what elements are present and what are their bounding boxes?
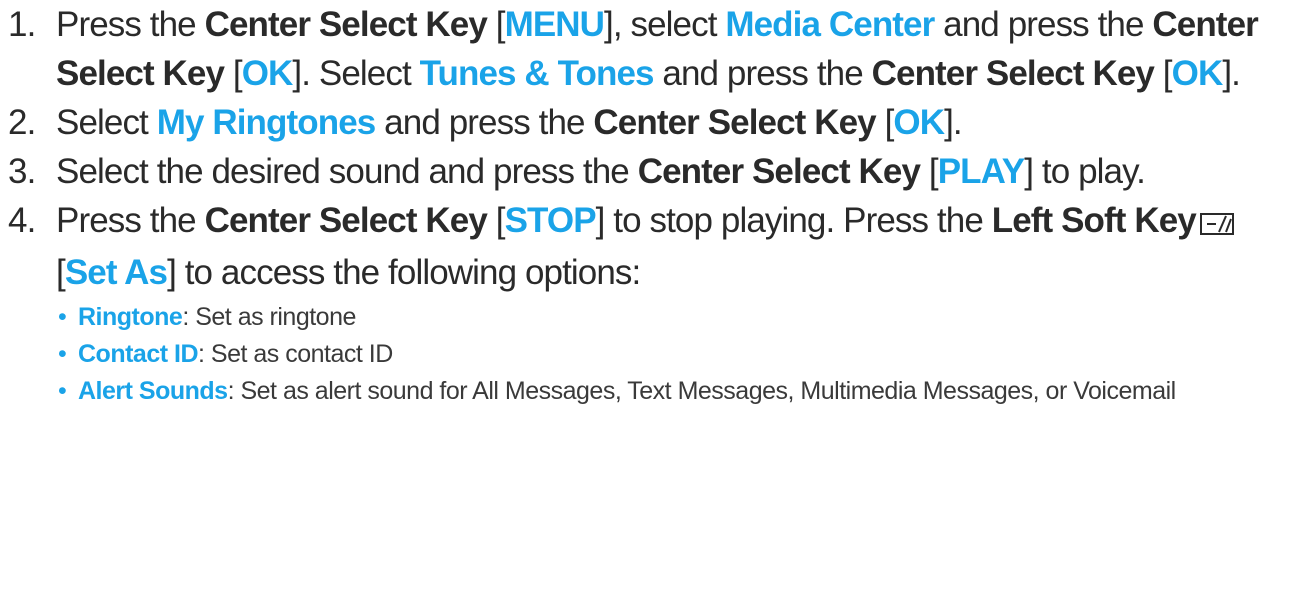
key-name: Center Select Key [204,201,488,240]
step-text: Press the Center Select Key [STOP] to st… [56,201,1234,292]
step-text-run: and press the [653,54,872,93]
step-text-run: ] to access the following options: [167,253,641,292]
key-label: Media Center [725,5,935,44]
step-1: 1. Press the Center Select Key [MENU], s… [8,0,1303,98]
left-soft-key-icon [1199,199,1234,248]
step-number: 2. [8,103,36,142]
option-description: : Set as contact ID [198,340,393,368]
option-alert-sounds: • Alert Sounds: Set as alert sound for A… [56,373,1303,410]
step-text-run: Press the [56,5,205,44]
step-text-run: [ [486,5,506,44]
option-term: Contact ID [78,340,199,368]
key-label: My Ringtones [156,103,377,142]
step-text-run: Press the [56,201,205,240]
bullet-dot: • [58,377,67,405]
bullet-dot: • [58,303,67,331]
key-name: Center Select Key [637,152,921,191]
step-3: 3. Select the desired sound and press th… [8,147,1303,196]
key-label: Tunes & Tones [419,54,655,93]
option-ringtone: • Ringtone: Set as ringtone [56,299,1303,336]
option-term: Alert Sounds [78,377,228,405]
step-text-run: ]. Select [292,54,420,93]
step-text-run: [ [224,54,243,93]
step-text-run: ], select [604,5,726,44]
step-text-run: [ [920,152,939,191]
step-number: 1. [8,5,36,44]
option-description: : Set as ringtone [182,303,356,331]
key-label: MENU [504,5,605,44]
bullet-dot: • [58,340,67,368]
step-text-run: and press the [934,5,1153,44]
step-text-run: ]. [1222,54,1241,93]
instruction-page: 1. Press the Center Select Key [MENU], s… [0,0,1310,590]
step-text-run: [ [486,201,506,240]
step-text-run: and press the [375,103,594,142]
step-text-run: [ [1153,54,1173,93]
step-text-run: Select [56,103,157,142]
key-name: Left Soft Key [991,201,1197,240]
key-label: OK [893,103,945,142]
step-text-run: ] to stop playing. Press the [595,201,992,240]
key-label: Set As [64,253,168,292]
step-text: Select My Ringtones and press the Center… [56,103,963,142]
key-label: PLAY [937,152,1025,191]
key-name: Center Select Key [204,5,488,44]
step-4: 4. Press the Center Select Key [STOP] to… [8,196,1303,410]
step-text: Select the desired sound and press the C… [56,152,1146,191]
step-2: 2. Select My Ringtones and press the Cen… [8,98,1303,147]
step-text-run: ] to play. [1024,152,1146,191]
step-number: 3. [8,152,36,191]
key-name: Center Select Key [871,54,1155,93]
options-list: • Ringtone: Set as ringtone • Contact ID… [56,299,1303,410]
step-text-run: [ [875,103,895,142]
key-name: Center Select Key [593,103,876,142]
key-label: STOP [504,201,597,240]
option-term: Ringtone [78,303,183,331]
steps-list: 1. Press the Center Select Key [MENU], s… [8,0,1303,410]
step-number: 4. [8,201,36,240]
option-description: : Set as alert sound for All Messages, T… [227,377,1177,405]
step-text-run: [ [56,253,66,292]
step-text-run: Select the desired sound and press the [56,152,638,191]
key-label: OK [241,54,294,93]
option-contact-id: • Contact ID: Set as contact ID [56,336,1303,373]
step-text-run: ]. [944,103,963,142]
key-label: OK [1171,54,1224,93]
step-text: Press the Center Select Key [MENU], sele… [56,5,1259,93]
